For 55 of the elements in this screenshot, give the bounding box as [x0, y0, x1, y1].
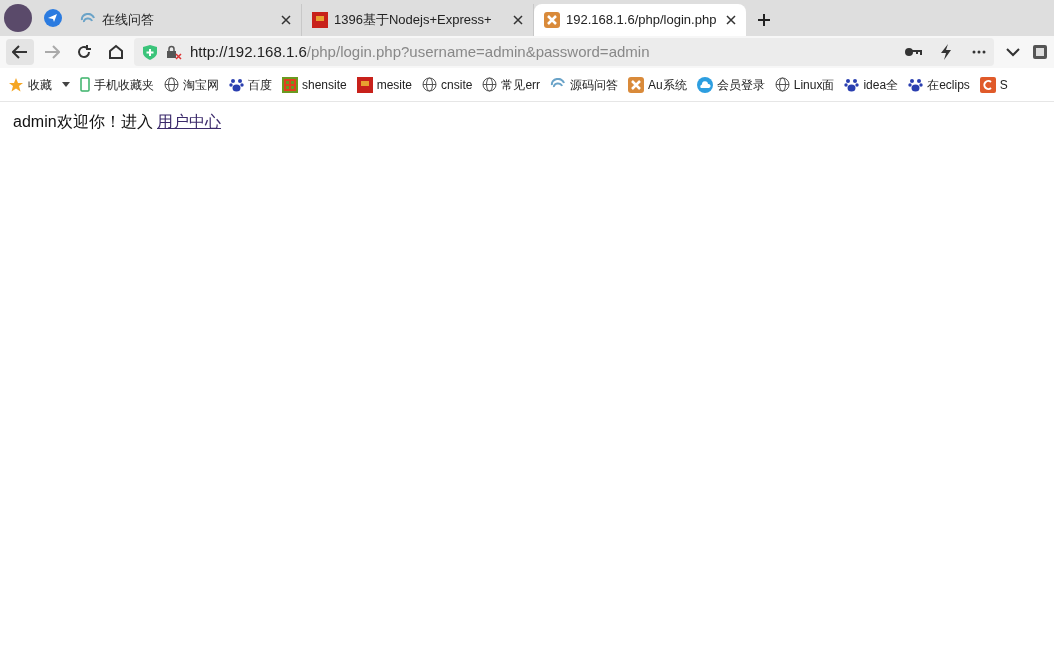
bookmark-link[interactable]: 会员登录 — [696, 75, 765, 94]
dropdown-caret-icon[interactable] — [62, 82, 70, 87]
c-logo-icon — [979, 76, 996, 93]
bookmark-link[interactable]: cnsite — [422, 75, 473, 94]
lightning-icon[interactable] — [940, 44, 952, 60]
flag-square-icon — [312, 12, 328, 28]
more-icon[interactable] — [972, 50, 986, 54]
bookmark-link[interactable]: 源码问答 — [550, 75, 619, 94]
paw-icon — [229, 77, 244, 92]
paw-icon — [844, 77, 860, 92]
bookmark-link[interactable]: mesite — [356, 75, 413, 94]
star-icon — [8, 76, 24, 93]
welcome-text: admin欢迎你！进入 — [13, 113, 153, 130]
plus-icon — [757, 13, 771, 27]
bookmark-link[interactable]: 在eclips — [908, 75, 970, 94]
bookmark-link[interactable]: 收藏 — [8, 75, 52, 94]
address-bar[interactable]: http://192.168.1.6/php/login.php?username=admin&password=admin — [134, 38, 994, 66]
bookmark-link[interactable]: 常见err — [482, 75, 541, 94]
lock-icon — [166, 44, 182, 60]
back-arrow-icon — [12, 45, 28, 59]
globe-icon — [422, 77, 438, 92]
book-icon[interactable] — [1032, 44, 1048, 60]
key-icon[interactable] — [904, 47, 922, 57]
globe-icon — [164, 77, 179, 92]
reload-icon — [76, 44, 92, 60]
home-icon — [108, 44, 124, 60]
chevron-down-icon[interactable] — [1006, 47, 1020, 57]
bookmark-link[interactable]: 百度 — [229, 75, 272, 94]
xampp-icon — [544, 12, 560, 28]
bookmark-link[interactable]: 手机收藏夹 — [80, 75, 154, 94]
cloud-icon — [696, 76, 713, 93]
send-icon[interactable] — [44, 9, 62, 27]
forward-arrow-icon — [44, 45, 60, 59]
avatar-icon[interactable] — [4, 4, 32, 32]
phone-icon — [80, 77, 90, 92]
grid-square-icon — [282, 76, 298, 93]
flag-square-icon — [356, 76, 373, 93]
globe-icon — [482, 77, 498, 92]
close-icon[interactable] — [726, 15, 736, 25]
globe-icon — [774, 77, 790, 92]
bookmark-link[interactable]: shensite — [282, 75, 347, 94]
back-button[interactable] — [6, 39, 34, 65]
shield-icon — [142, 43, 158, 61]
xampp-icon — [628, 76, 645, 93]
user-center-link[interactable]: 用户中心 — [157, 113, 222, 130]
bookmark-link[interactable]: S — [979, 75, 1008, 94]
bookmark-link[interactable]: Linux面 — [774, 75, 835, 94]
browser-tab[interactable]: 192.168.1.6/php/login.php — [534, 4, 746, 36]
bookmark-link[interactable]: Au系统 — [628, 75, 687, 94]
close-icon[interactable] — [513, 15, 523, 25]
paw-icon — [908, 77, 924, 92]
bookmark-link[interactable]: 淘宝网 — [164, 75, 219, 94]
close-icon[interactable] — [281, 15, 291, 25]
url-text: http://192.168.1.6/php/login.php?username=admin&password=admin — [190, 41, 650, 62]
bookmark-link[interactable]: idea全 — [844, 75, 899, 94]
